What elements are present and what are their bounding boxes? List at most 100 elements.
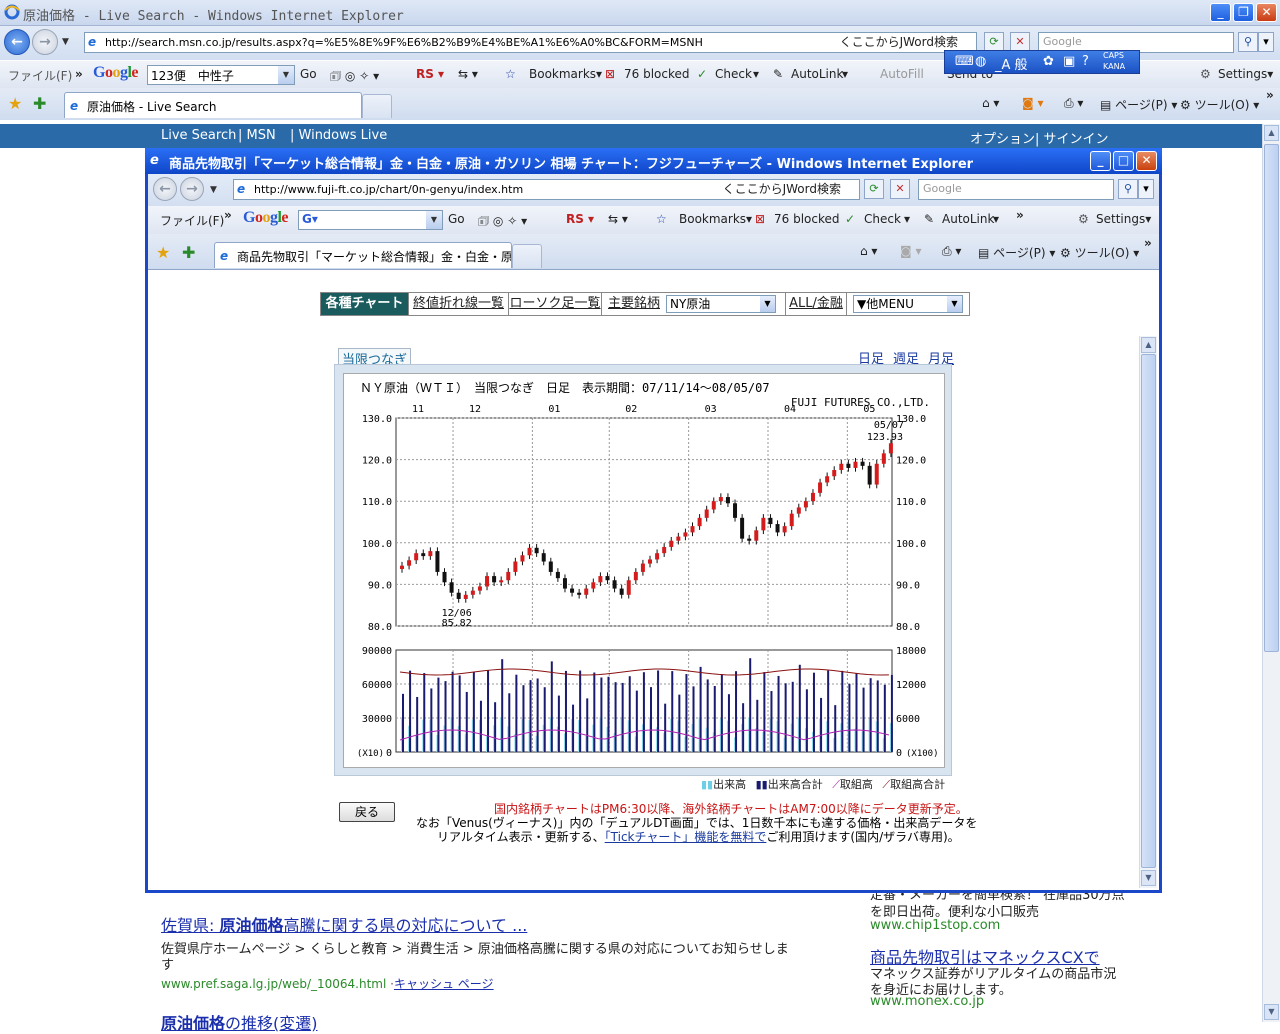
popup-search-input[interactable]: Google <box>918 179 1114 200</box>
scroll-up-icon[interactable]: ▲ <box>1264 125 1279 141</box>
stop-icon[interactable]: ✕ <box>1010 32 1030 52</box>
menu-all-finance[interactable]: ALL/金融 <box>785 293 847 315</box>
page-menu[interactable]: ▤ ページ(P) ▾ <box>978 244 1055 261</box>
feeds-icon[interactable]: ◙ ▾ <box>1022 96 1043 110</box>
google-search-combo[interactable]: G▾ ▼ <box>298 210 443 230</box>
scroll-down-icon[interactable]: ▼ <box>1264 1004 1279 1020</box>
jword-label[interactable]: くここからJWord検索 <box>723 180 841 199</box>
menu-major[interactable]: 主要銘柄 <box>602 293 666 315</box>
blocked-count[interactable]: 76 blocked <box>774 212 840 226</box>
new-tab-button[interactable] <box>512 244 542 268</box>
new-tab-button[interactable] <box>362 94 392 118</box>
ime-tools-icon[interactable]: ▣ <box>1063 54 1075 69</box>
check-button[interactable]: Check <box>864 212 901 226</box>
forward-icon[interactable]: → <box>32 29 58 55</box>
chevron-icon[interactable]: » <box>1016 208 1024 222</box>
autolink-dropdown-icon[interactable]: ▾ <box>993 212 999 226</box>
bookmarks-button[interactable]: Bookmarks▾ <box>679 212 752 226</box>
close-button[interactable]: ✕ <box>1256 3 1277 22</box>
back-icon[interactable]: ← <box>153 177 177 201</box>
search-options-icon[interactable]: ▾ <box>1258 32 1274 52</box>
outer-scrollbar[interactable]: ▲ ▼ <box>1262 124 1280 1022</box>
ime-language-bar[interactable]: ⌨ ◍ _A 般 ✿ ▣ ? CAPS KANA <box>944 50 1140 74</box>
scroll-down-icon[interactable]: ▼ <box>1141 870 1156 886</box>
home-icon[interactable]: ⌂ ▾ <box>860 244 877 258</box>
keyboard-icon[interactable]: ⌨ <box>955 54 974 69</box>
help-icon[interactable]: ? <box>1082 54 1089 69</box>
back-button[interactable]: 戻る <box>339 802 395 822</box>
autolink-button[interactable]: AutoLink <box>942 212 994 226</box>
scroll-up-icon[interactable]: ▲ <box>1141 337 1156 353</box>
tab-live-search[interactable]: e 原油価格 - Live Search <box>64 92 362 118</box>
stop-icon[interactable]: ✕ <box>890 179 910 199</box>
settings-button[interactable]: Settings▾ <box>1096 212 1151 226</box>
check-dropdown-icon[interactable]: ▾ <box>904 212 910 226</box>
feeds-icon[interactable]: ◙ ▾ <box>900 244 921 258</box>
chevron-icon[interactable]: » <box>75 67 83 81</box>
other-menu-select[interactable]: ▼他MENU ▼ <box>853 295 963 313</box>
check-button[interactable]: Check <box>715 67 752 81</box>
menu-candle-list[interactable]: ローソク足一覧 <box>509 293 602 315</box>
result-title[interactable]: 佐賀県: 原油価格高騰に関する県の対応について ... <box>161 912 527 936</box>
result-title-2[interactable]: 原油価格の推移(変遷) <box>161 1010 318 1034</box>
autolink-button[interactable]: AutoLink <box>791 67 843 81</box>
popup-url-field[interactable]: e http://www.fuji-ft.co.jp/chart/0n-geny… <box>233 179 860 200</box>
blocked-count[interactable]: 76 blocked <box>624 67 690 81</box>
add-favorite-icon[interactable]: ✚ <box>182 243 195 262</box>
cache-link[interactable]: キャッシュ ページ <box>394 977 494 991</box>
tab-fuji-futures[interactable]: e 商品先物取引「マーケット総合情報」金・白金・原油・ガ... <box>214 242 512 268</box>
signin-link[interactable]: | サインイン <box>1035 128 1109 147</box>
scroll-thumb[interactable] <box>1141 354 1156 868</box>
chevron-icon[interactable]: » <box>1266 88 1274 102</box>
menu-charts[interactable]: 各種チャート <box>321 293 409 315</box>
url-field[interactable]: e http://search.msn.co.jp/results.aspx?q… <box>84 32 977 53</box>
go-button[interactable]: Go <box>448 212 465 226</box>
rs-icon[interactable]: RS ▾ <box>416 67 444 81</box>
favorites-star-icon[interactable]: ★ <box>156 243 170 262</box>
options-link[interactable]: オプション <box>970 128 1035 147</box>
minimize-button[interactable]: _ <box>1210 3 1231 22</box>
rs-icon[interactable]: RS ▾ <box>566 212 594 226</box>
popup-close-button[interactable]: ✕ <box>1136 151 1157 171</box>
tools-menu[interactable]: ⚙ ツール(O) ▾ <box>1060 244 1139 261</box>
settings-button[interactable]: Settings▾ <box>1218 67 1273 81</box>
autolink-dropdown-icon[interactable]: ▾ <box>842 67 848 81</box>
home-icon[interactable]: ⌂ ▾ <box>982 96 999 110</box>
page-menu[interactable]: ▤ ページ(P) ▾ <box>1100 96 1177 113</box>
add-favorite-icon[interactable]: ✚ <box>33 94 46 113</box>
bookmarks-button[interactable]: Bookmarks▾ <box>529 67 602 81</box>
ime-mode-label[interactable]: _A 般 <box>995 54 1028 73</box>
ad-url-2[interactable]: www.monex.co.jp <box>870 994 984 1009</box>
windows-live-link[interactable]: | Windows Live <box>290 128 387 143</box>
chevron-icon[interactable]: » <box>224 208 232 222</box>
autofill-button[interactable]: AutoFill <box>880 67 924 81</box>
popup-maximize-button[interactable]: □ <box>1113 151 1134 171</box>
check-dropdown-icon[interactable]: ▾ <box>753 67 759 81</box>
tools-menu[interactable]: ⚙ ツール(O) ▾ <box>1180 96 1259 113</box>
maximize-button[interactable]: ❐ <box>1233 3 1254 22</box>
back-icon[interactable]: ← <box>4 29 30 55</box>
share-icon[interactable]: ⇆ ▾ <box>608 212 628 226</box>
forward-icon[interactable]: → <box>180 177 204 201</box>
history-dropdown-icon[interactable]: ▼ <box>62 37 69 47</box>
jword-label[interactable]: くここからJWord検索 <box>840 33 958 52</box>
search-icon[interactable]: ⚲ <box>1238 32 1258 52</box>
go-button[interactable]: Go <box>300 67 317 81</box>
msn-link[interactable]: | MSN <box>238 128 276 143</box>
chevron-icon[interactable]: » <box>1144 236 1152 250</box>
menu-closing-list[interactable]: 終値折れ線一覧 <box>409 293 509 315</box>
popup-minimize-button[interactable]: _ <box>1090 151 1111 171</box>
google-search-combo[interactable]: 123便 中性子 ▼ <box>147 65 295 85</box>
print-icon[interactable]: ⎙ ▾ <box>1064 96 1083 111</box>
print-icon[interactable]: ⎙ ▾ <box>942 244 961 259</box>
favorites-star-icon[interactable]: ★ <box>8 94 22 113</box>
globe-icon[interactable]: ◍ <box>975 54 986 69</box>
scroll-thumb[interactable] <box>1264 144 1279 652</box>
search-options-icon[interactable]: ▾ <box>1138 179 1154 199</box>
history-dropdown-icon[interactable]: ▼ <box>210 185 217 195</box>
tick-chart-link[interactable]: 「Tickチャート」機能を無料で <box>605 830 767 844</box>
ad-url[interactable]: www.chip1stop.com <box>870 918 1000 933</box>
toolbar-tools-icon[interactable]: 🗊 ◎ ✧ ▾ <box>330 67 379 88</box>
search-icon[interactable]: ⚲ <box>1118 179 1138 199</box>
popup-scrollbar[interactable]: ▲ ▼ <box>1139 336 1157 888</box>
